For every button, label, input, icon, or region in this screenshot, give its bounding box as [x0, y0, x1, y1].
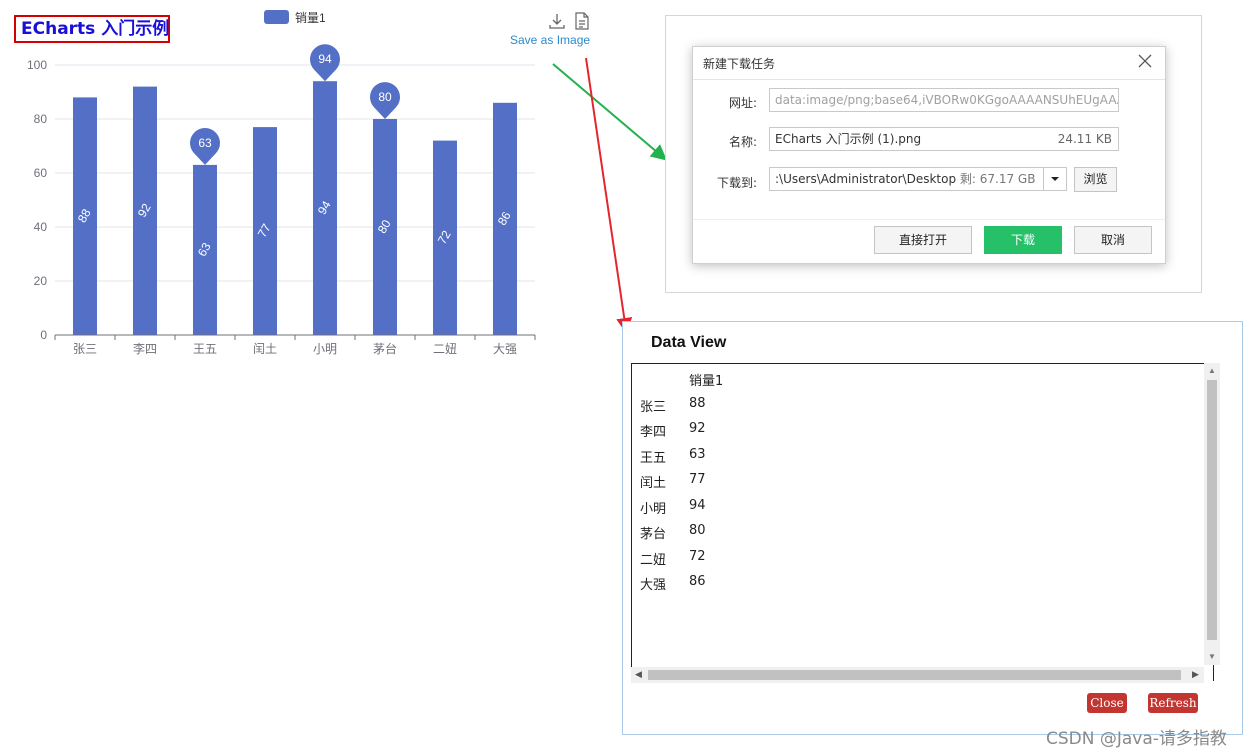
file-size: 24.11 KB [1057, 132, 1112, 146]
data-view-panel: Data View 销量1 张三 88 李四 92 王五 63 闰土 77 小明 94 茅台 80 二妞… [622, 321, 1243, 735]
data-view-category: 闰土 [640, 476, 667, 491]
data-view-content: 销量1 张三 88 李四 92 王五 63 闰土 77 小明 94 茅台 80 二妞 72 大强 86 [640, 370, 723, 600]
dialog-title: 新建下载任务 [703, 57, 776, 71]
vertical-scroll-thumb[interactable] [1207, 380, 1217, 640]
annotation-arrows [552, 57, 668, 334]
data-view-value: 94 [689, 497, 706, 513]
legend-swatch [264, 10, 289, 24]
horizontal-scrollbar[interactable]: ◀ ▶ [631, 667, 1204, 683]
url-label: 网址: [728, 96, 757, 110]
filename-field[interactable]: ECharts 入门示例 (1).png 24.11 KB [769, 127, 1119, 151]
x-tick-label: 王五 [193, 342, 217, 356]
data-view-value: 77 [689, 472, 706, 487]
data-view-header-row: 销量1 [640, 370, 723, 396]
data-view-row: 二妞 72 [640, 549, 723, 575]
data-view-value: 86 [689, 574, 706, 589]
mark-points: 63 94 80 [190, 44, 401, 165]
data-view-category: 茅台 [640, 527, 667, 542]
y-tick-label: 20 [34, 274, 48, 288]
data-view-title: Data View [651, 334, 727, 351]
red-arrow [585, 57, 633, 334]
free-space: 剩: 67.17 GB [959, 172, 1036, 186]
url-field[interactable]: data:image/png;base64,iVBORw0KGgoAAAANSU… [769, 88, 1119, 112]
close-icon[interactable] [1137, 53, 1153, 69]
name-label: 名称: [728, 135, 757, 149]
data-view-category: 张三 [640, 399, 667, 415]
data-view-row: 李四 92 [640, 421, 723, 447]
data-view-value: 88 [689, 395, 706, 411]
y-tick-label: 60 [34, 166, 48, 180]
chart-legend[interactable]: 销量1 [264, 9, 326, 25]
scroll-right-icon[interactable]: ▶ [1192, 669, 1199, 680]
path-dropdown-button[interactable] [1043, 167, 1067, 191]
scroll-left-icon[interactable]: ◀ [635, 669, 642, 680]
x-tick-label: 张三 [73, 342, 97, 356]
y-tick-label: 100 [27, 58, 47, 72]
markpoint-label: 63 [198, 136, 212, 150]
data-view-category: 李四 [640, 425, 667, 440]
watermark: CSDN @Java-请多指教 [1046, 729, 1227, 749]
open-directly-button[interactable]: 直接打开 [874, 226, 972, 254]
bar-chart: 020406080100 88 92637794807286 张三 李四 王五 闰土 小明… [27, 44, 536, 356]
dialog-footer-divider [693, 219, 1165, 220]
data-view-row: 大强 86 [640, 574, 723, 600]
data-view-value: 63 [689, 446, 706, 462]
refresh-button[interactable]: Refresh [1148, 693, 1198, 713]
data-view-row: 张三 88 [640, 396, 723, 422]
x-tick-label: 闰土 [253, 342, 277, 356]
download-path-field[interactable]: :\Users\Administrator\Desktop 剩: 67.17 G… [769, 167, 1067, 191]
data-view-icon[interactable] [574, 12, 590, 30]
data-view-value: 80 [689, 523, 706, 538]
data-view-textarea[interactable]: 销量1 张三 88 李四 92 王五 63 闰土 77 小明 94 茅台 80 二妞 72 大强 86 [631, 363, 1214, 681]
browse-button[interactable]: 浏览 [1074, 167, 1117, 192]
cancel-button[interactable]: 取消 [1074, 226, 1152, 254]
scroll-up-icon[interactable]: ▲ [1208, 366, 1216, 375]
x-tick-label: 小明 [313, 342, 337, 356]
data-view-row: 茅台 80 [640, 523, 723, 549]
x-tick-label: 大强 [493, 342, 517, 356]
x-tick-label: 二妞 [433, 342, 457, 356]
data-view-category: 大强 [640, 578, 667, 593]
data-view-value: 72 [689, 548, 706, 564]
chevron-down-icon [1051, 177, 1059, 181]
path-label: 下载到: [716, 176, 757, 190]
markpoint-label: 94 [318, 52, 332, 66]
y-tick-label: 0 [40, 328, 47, 342]
data-view-category: 二妞 [640, 552, 667, 568]
x-tick-label: 李四 [133, 341, 157, 356]
y-tick-label: 80 [34, 112, 48, 126]
green-arrow [552, 63, 668, 161]
filename-value: ECharts 入门示例 (1).png [775, 132, 922, 146]
x-axis: 张三 李四 王五 闰土 小明 茅台 二妞 大强 [54, 334, 536, 356]
save-image-icon[interactable] [548, 12, 566, 30]
x-tick-label: 茅台 [373, 341, 397, 356]
close-button[interactable]: Close [1087, 693, 1127, 713]
data-view-row: 闰土 77 [640, 472, 723, 498]
data-view-value: 92 [689, 421, 706, 436]
y-axis-ticks: 0 20 40 60 80 100 [27, 58, 47, 342]
data-view-category: 王五 [640, 450, 667, 466]
vertical-scrollbar[interactable]: ▲ ▼ [1204, 363, 1220, 665]
y-tick-label: 40 [34, 220, 48, 234]
horizontal-scroll-thumb[interactable] [648, 670, 1181, 680]
legend-label: 销量1 [295, 10, 326, 25]
data-view-header: 销量1 [689, 374, 724, 389]
data-view-row: 小明 94 [640, 498, 723, 524]
grid-lines [55, 64, 535, 282]
markpoint-label: 80 [378, 90, 392, 104]
download-dialog: 新建下载任务 网址: data:image/png;base64,iVBORw0… [692, 46, 1166, 264]
path-value: :\Users\Administrator\Desktop [775, 172, 957, 186]
scroll-down-icon[interactable]: ▼ [1208, 652, 1216, 661]
data-view-category: 小明 [640, 501, 667, 517]
dialog-divider [693, 79, 1165, 80]
download-button[interactable]: 下载 [984, 226, 1062, 254]
data-view-row: 王五 63 [640, 447, 723, 473]
